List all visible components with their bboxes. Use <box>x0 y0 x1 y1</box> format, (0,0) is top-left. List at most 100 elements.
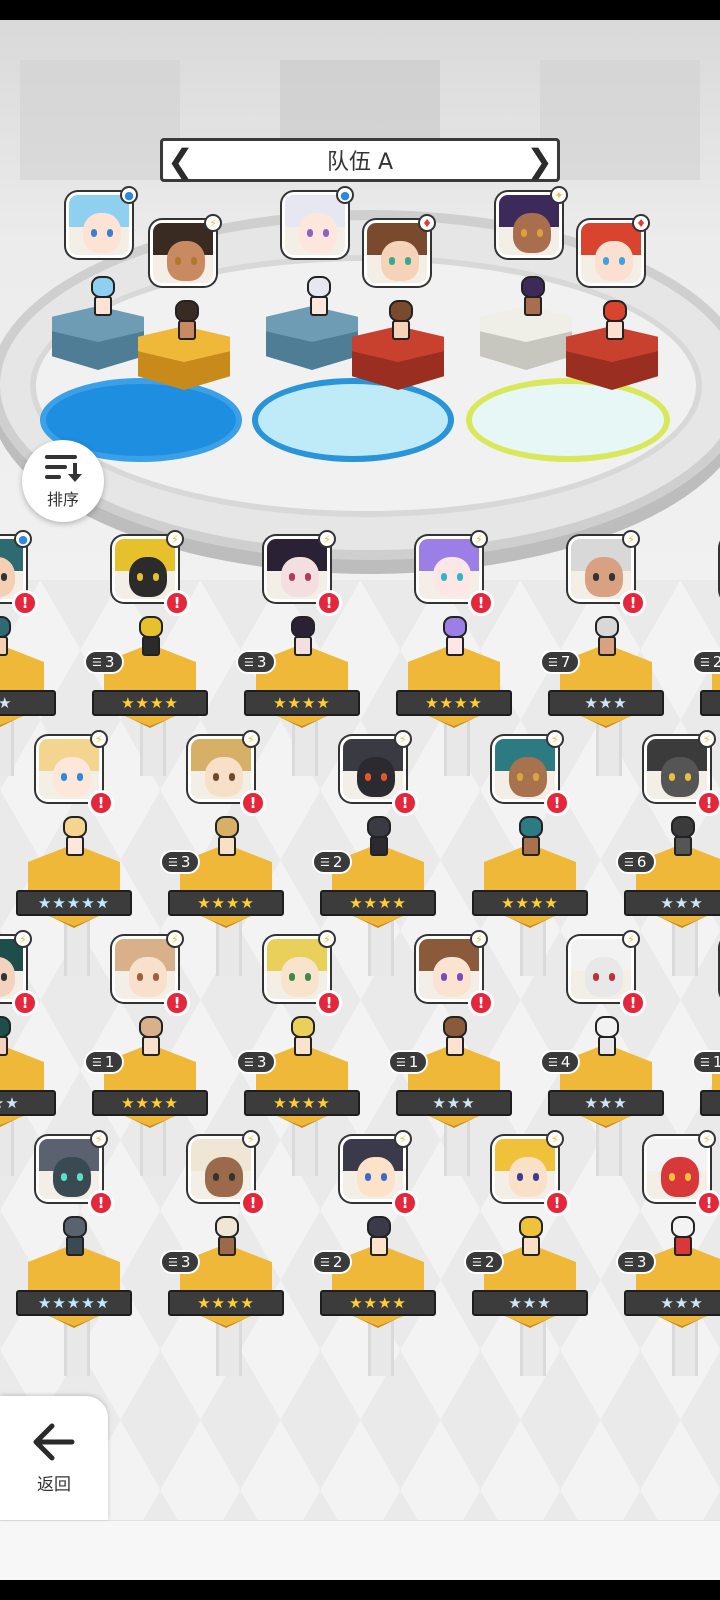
sprite-head <box>139 1016 163 1038</box>
portrait-eye <box>381 1173 387 1181</box>
star-rating: ★★★ <box>472 1290 588 1316</box>
sprite-body <box>294 1036 312 1056</box>
character-sprite[interactable] <box>514 816 548 860</box>
portrait-eye <box>137 973 143 981</box>
back-button[interactable]: 返回 <box>0 1396 108 1520</box>
character-sprite[interactable] <box>590 1016 624 1060</box>
portrait-eye <box>669 1173 675 1181</box>
portrait-eye <box>1 573 7 581</box>
duplicate-count-badge: ☰ 3 <box>84 650 124 674</box>
portrait-eye <box>685 1173 691 1181</box>
back-arrow-icon <box>33 1423 75 1460</box>
character-portrait[interactable] <box>150 220 216 286</box>
stack-icon: ☰ <box>700 1055 710 1069</box>
portrait-eye <box>521 229 527 237</box>
character-portrait[interactable] <box>364 220 430 286</box>
sprite-body <box>524 296 542 316</box>
portrait-face <box>357 757 395 797</box>
portrait-eye <box>609 573 615 581</box>
alert-badge-icon: ! <box>12 590 38 616</box>
portrait-eye <box>61 1173 67 1181</box>
character-sprite[interactable] <box>666 816 700 860</box>
portrait-eye <box>1 973 7 981</box>
sprite-head <box>291 1016 315 1038</box>
portrait-face <box>509 1157 547 1197</box>
sprite-body <box>66 1236 84 1256</box>
sprite-head <box>521 276 545 298</box>
character-sprite[interactable] <box>598 300 632 344</box>
character-sprite[interactable] <box>134 616 168 660</box>
character-sprite[interactable] <box>590 616 624 660</box>
duplicate-count-badge: ☰ 2 <box>464 1250 504 1274</box>
duplicate-count: 2 <box>332 853 343 871</box>
duplicate-count: 3 <box>180 853 191 871</box>
character-sprite[interactable] <box>362 816 396 860</box>
character-sprite[interactable] <box>210 816 244 860</box>
lightning-icon: ⚡ <box>546 730 564 748</box>
sprite-body <box>522 1236 540 1256</box>
duplicate-count-badge: ☰ 4 <box>540 1050 580 1074</box>
star-rating: ★★★ <box>624 1290 720 1316</box>
portrait-eye <box>457 573 463 581</box>
portrait-face <box>299 213 337 253</box>
character-portrait[interactable] <box>578 220 644 286</box>
sprite-head <box>63 816 87 838</box>
character-sprite[interactable] <box>134 1016 168 1060</box>
character-sprite[interactable] <box>666 1216 700 1260</box>
portrait-eye <box>389 257 395 265</box>
portrait-face <box>167 241 205 281</box>
character-sprite[interactable] <box>170 300 204 344</box>
sprite-head <box>519 816 543 838</box>
portrait-eye <box>213 1173 219 1181</box>
chevron-right-icon[interactable]: ❯ <box>526 143 553 179</box>
stack-icon: ☰ <box>548 655 558 669</box>
character-sprite[interactable] <box>0 1016 16 1060</box>
character-portrait[interactable] <box>496 192 562 258</box>
character-sprite[interactable] <box>302 276 336 320</box>
duplicate-count-badge: ☰ 7 <box>540 650 580 674</box>
sprite-head <box>291 616 315 638</box>
alert-badge-icon: ! <box>164 590 190 616</box>
character-sprite[interactable] <box>438 616 472 660</box>
light-icon: ✦ <box>550 186 568 204</box>
character-sprite[interactable] <box>58 816 92 860</box>
stack-icon: ☰ <box>92 1055 102 1069</box>
chevron-left-icon[interactable]: ❮ <box>167 143 194 179</box>
character-sprite[interactable] <box>438 1016 472 1060</box>
character-sprite[interactable] <box>362 1216 396 1260</box>
portrait-face <box>661 1157 699 1197</box>
character-sprite[interactable] <box>286 616 320 660</box>
sprite-head <box>671 1216 695 1238</box>
star-rating: ★★★★ <box>244 690 360 716</box>
sprite-head <box>91 276 115 298</box>
star-rating: ★★★ <box>548 690 664 716</box>
character-sprite[interactable] <box>514 1216 548 1260</box>
portrait-eye <box>593 573 599 581</box>
team-name-banner[interactable]: ❮ 队伍 A ❯ <box>160 138 560 182</box>
sprite-body <box>674 1236 692 1256</box>
sprite-body <box>674 836 692 856</box>
character-sprite[interactable] <box>210 1216 244 1260</box>
duplicate-count-badge: ☰ 1 <box>388 1050 428 1074</box>
sprite-body <box>392 320 410 340</box>
alert-badge-icon: ! <box>88 790 114 816</box>
character-portrait[interactable] <box>66 192 132 258</box>
lightning-icon: ⚡ <box>470 930 488 948</box>
duplicate-count: 1 <box>712 1053 720 1071</box>
sort-button[interactable]: 排序 <box>22 440 104 522</box>
character-sprite[interactable] <box>0 616 16 660</box>
portrait-eye <box>533 773 539 781</box>
character-sprite[interactable] <box>286 1016 320 1060</box>
character-sprite[interactable] <box>58 1216 92 1260</box>
character-sprite[interactable] <box>86 276 120 320</box>
character-sprite[interactable] <box>516 276 550 320</box>
character-portrait[interactable] <box>282 192 348 258</box>
portrait-face <box>281 557 319 597</box>
portrait-eye <box>381 773 387 781</box>
portrait-face <box>357 1157 395 1197</box>
lightning-icon: ⚡ <box>546 1130 564 1148</box>
character-sprite[interactable] <box>384 300 418 344</box>
portrait-eye <box>153 573 159 581</box>
sprite-body <box>142 1036 160 1056</box>
stack-icon: ☰ <box>244 1055 254 1069</box>
